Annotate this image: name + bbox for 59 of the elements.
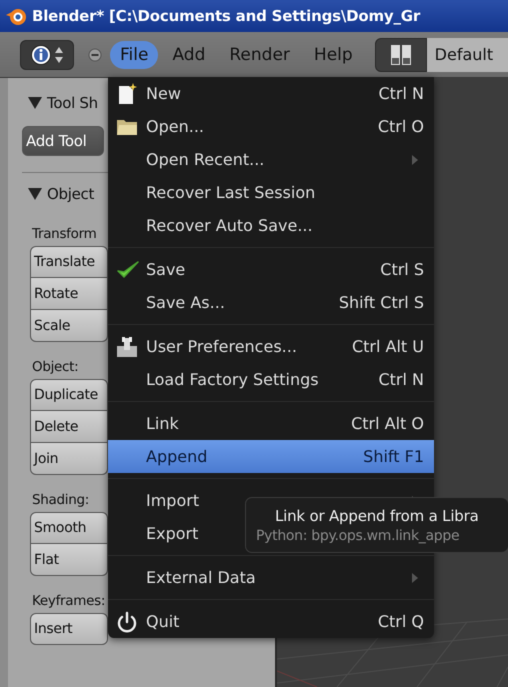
new-file-icon (116, 82, 138, 104)
window-title: Blender* [C:\Documents and Settings\Domy_Gr (32, 7, 420, 25)
folder-icon (116, 118, 138, 136)
menu-item[interactable]: User Preferences... Ctrl Alt U (108, 330, 434, 363)
section-label: Keyframes: (32, 593, 106, 611)
shortcut-label: Ctrl S (380, 260, 424, 279)
info-icon (30, 44, 52, 66)
up-down-arrows-icon (54, 44, 64, 64)
tool-button[interactable]: Delete (30, 411, 108, 443)
power-icon (116, 610, 138, 632)
tool-button[interactable]: Flat (30, 544, 108, 576)
tool-button[interactable]: Smooth (30, 512, 108, 544)
disclosure-triangle-icon[interactable] (28, 188, 42, 200)
shortcut-label: Ctrl N (378, 84, 424, 103)
menu-item[interactable]: Link Ctrl Alt O (108, 407, 434, 440)
menu-item[interactable]: Recover Auto Save... (108, 209, 434, 242)
tool-button[interactable]: Add Tool (22, 126, 104, 156)
menu-item[interactable]: Open... Ctrl O (108, 110, 434, 143)
tool-button[interactable]: Rotate (30, 278, 108, 310)
checkmark-icon (116, 260, 140, 280)
menu-item[interactable]: Load Factory Settings Ctrl N (108, 363, 434, 396)
shortcut-label: Ctrl N (378, 370, 424, 389)
menu-item[interactable]: Save Ctrl S (108, 253, 434, 286)
menu-item[interactable]: Add (162, 40, 216, 68)
disclosure-triangle-icon[interactable] (28, 97, 42, 109)
preferences-icon (116, 336, 138, 358)
collapse-icon[interactable] (88, 48, 102, 62)
shortcut-label: Ctrl Alt O (351, 414, 424, 433)
menu-item[interactable]: Render (219, 40, 300, 68)
shortcut-label: Shift F1 (363, 447, 424, 466)
section-label: Shading: (32, 492, 89, 510)
panel-title: Tool Sh (47, 94, 98, 112)
menu-item[interactable]: Quit Ctrl Q (108, 605, 434, 638)
menu-item[interactable]: New Ctrl N (108, 77, 434, 110)
shortcut-label: Ctrl Alt U (352, 337, 424, 356)
tool-button[interactable]: Translate (30, 246, 108, 278)
menu-item[interactable]: File (110, 40, 158, 68)
tool-button[interactable]: Duplicate (30, 379, 108, 411)
tooltip-python-path: Python: bpy.ops.wm.link_appe (256, 528, 460, 544)
layout-icon (390, 44, 412, 66)
menu-item[interactable]: Save As... Shift Ctrl S (108, 286, 434, 319)
panel-title: Object (47, 185, 94, 203)
shortcut-label: Shift Ctrl S (338, 293, 424, 312)
tool-button[interactable]: Scale (30, 310, 108, 342)
menu-item[interactable]: Append Shift F1 (108, 440, 434, 473)
screen-layout-field[interactable]: Default (426, 38, 508, 72)
screen-layout-button[interactable] (374, 38, 427, 72)
tool-button[interactable]: Join (30, 443, 108, 475)
menu-item[interactable]: Help (304, 40, 363, 68)
editor-type-button[interactable] (20, 40, 74, 70)
menu-item[interactable]: Recover Last Session (108, 176, 434, 209)
tooltip-title: Link or Append from a Libra (274, 506, 480, 524)
section-label: Transform (32, 226, 96, 244)
menu-item[interactable]: Open Recent... (108, 143, 434, 176)
shortcut-label: Ctrl Q (378, 612, 424, 631)
tool-button[interactable]: Insert (30, 613, 108, 645)
shortcut-label: Ctrl O (378, 117, 424, 136)
menu-item[interactable]: External Data (108, 561, 434, 594)
section-label: Object: (32, 359, 78, 377)
